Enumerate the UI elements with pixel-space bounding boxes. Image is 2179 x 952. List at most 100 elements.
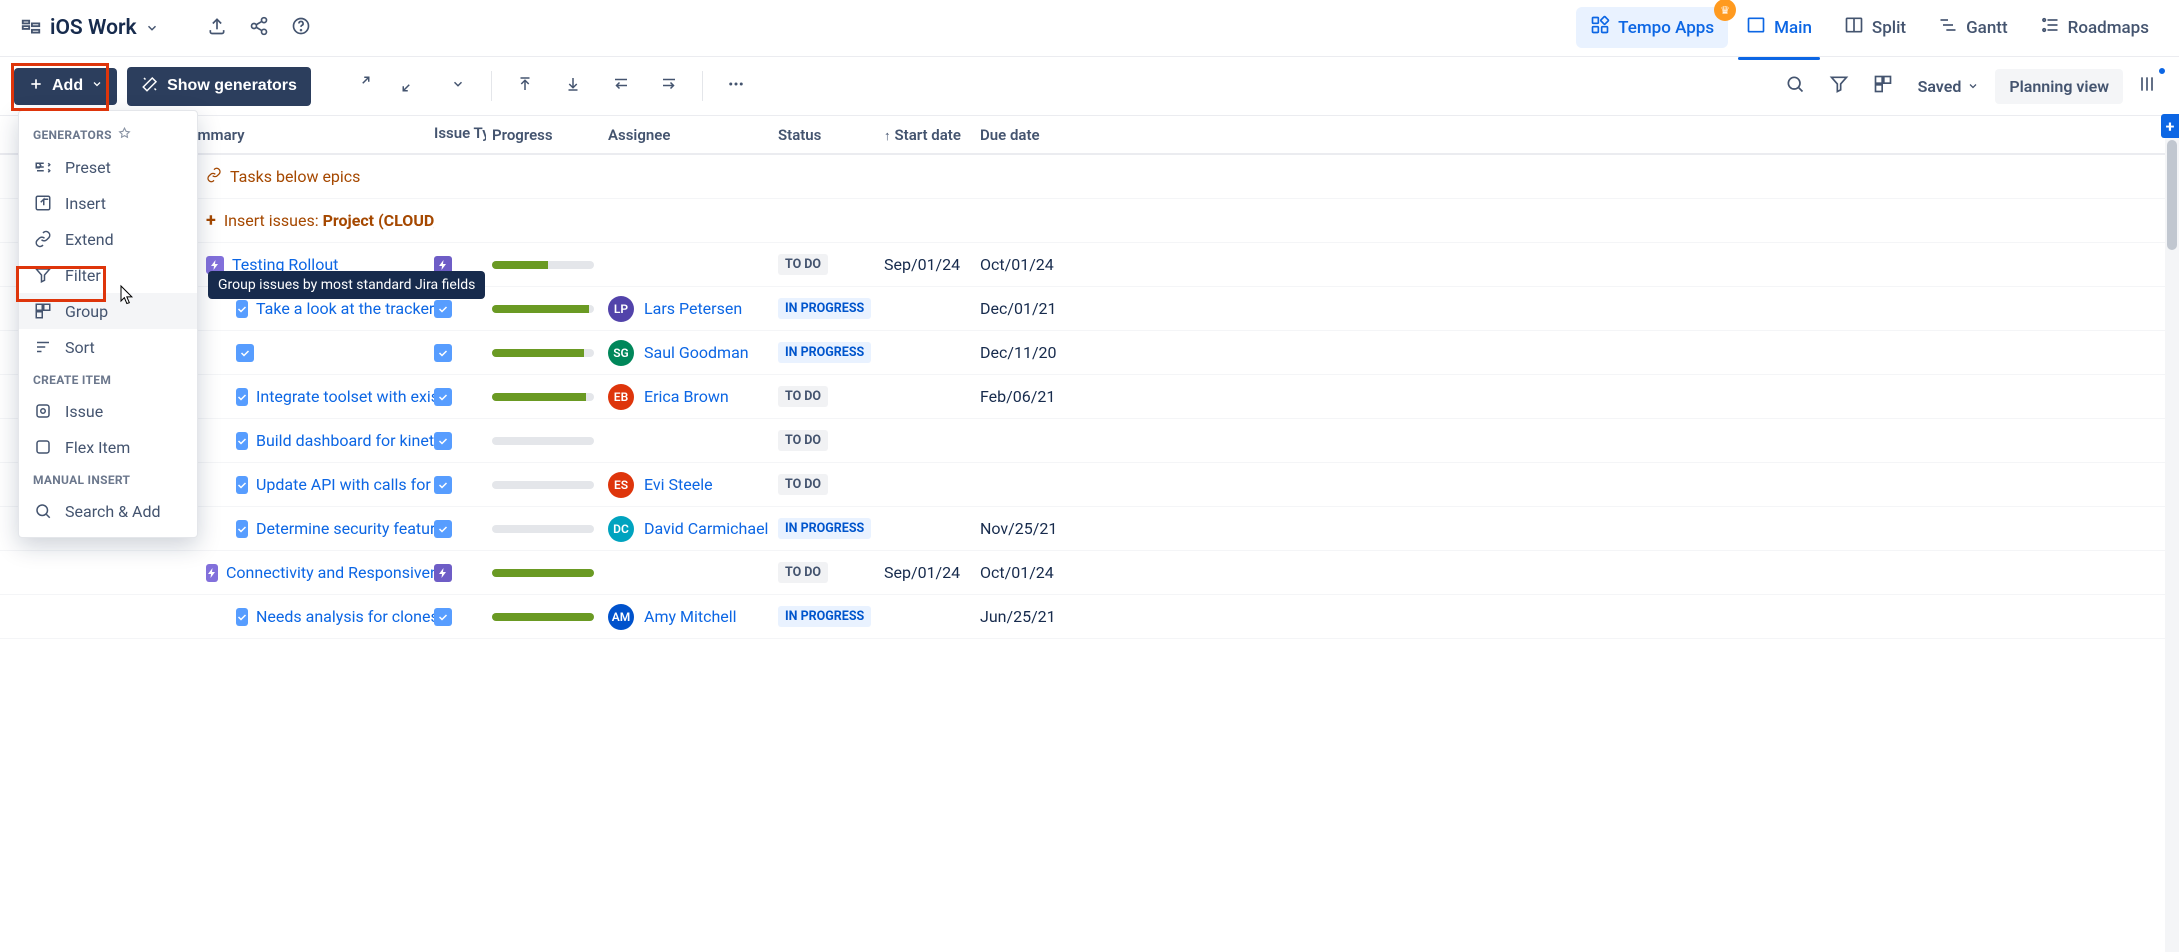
- show-generators-button[interactable]: Show generators: [127, 67, 311, 106]
- dropdown-item-sort[interactable]: Sort: [19, 329, 197, 365]
- cell-status[interactable]: TO DO: [778, 254, 884, 275]
- cell-due-date[interactable]: Dec/11/20: [980, 343, 1060, 362]
- cell-assignee[interactable]: DCDavid Carmichael: [608, 516, 778, 542]
- table-row[interactable]: SGSaul GoodmanIN PROGRESS Dec/11/20: [0, 331, 2179, 375]
- dropdown-item-issue[interactable]: Issue: [19, 393, 197, 429]
- table-row[interactable]: Determine security featuresDCDavid Carmi…: [0, 507, 2179, 551]
- outdent-button[interactable]: [602, 67, 640, 105]
- task-type-icon: [434, 432, 452, 450]
- collapse-all-button[interactable]: [391, 67, 429, 105]
- dropdown-item-filter[interactable]: Filter: [19, 257, 197, 293]
- task-icon: [236, 520, 248, 538]
- cell-due-date[interactable]: Oct/01/24: [980, 563, 1060, 582]
- add-button-label: Add: [52, 77, 83, 95]
- cell-status[interactable]: IN PROGRESS: [778, 298, 884, 319]
- table-row[interactable]: Needs analysis for clones · C AMAmy Mitch…: [0, 595, 2179, 639]
- table-row[interactable]: Build dashboard for kinetic enTO DO: [0, 419, 2179, 463]
- cell-status[interactable]: TO DO: [778, 386, 884, 407]
- layout-small-button[interactable]: [1864, 67, 1902, 105]
- cell-status[interactable]: IN PROGRESS: [778, 342, 884, 363]
- dropdown-section-create-item: CREATE ITEM: [19, 365, 197, 393]
- cell-assignee[interactable]: AMAmy Mitchell: [608, 604, 778, 630]
- cell-status[interactable]: TO DO: [778, 474, 884, 495]
- avatar: SG: [608, 340, 634, 366]
- cell-due-date[interactable]: Jun/25/21: [980, 607, 1060, 626]
- dropdown-item-flex-item[interactable]: Flex Item: [19, 429, 197, 465]
- dropdown-item-search-add[interactable]: Search & Add: [19, 493, 197, 529]
- project-name: iOS Work: [50, 16, 137, 40]
- panel-layout-button[interactable]: [2129, 68, 2165, 104]
- column-header-issue-type[interactable]: Issue Type: [434, 124, 492, 146]
- cell-assignee[interactable]: SGSaul Goodman: [608, 340, 778, 366]
- avatar: LP: [608, 296, 634, 322]
- tab-gantt[interactable]: Gantt: [1924, 7, 2022, 48]
- help-button[interactable]: [283, 10, 319, 46]
- expand-all-button[interactable]: [343, 67, 381, 105]
- column-header-due-date[interactable]: Due date: [980, 126, 1060, 144]
- status-badge: TO DO: [778, 562, 828, 583]
- tab-split[interactable]: Split: [1830, 7, 1920, 48]
- share-button[interactable]: [241, 10, 277, 46]
- cell-assignee[interactable]: EBErica Brown: [608, 384, 778, 410]
- cell-status[interactable]: IN PROGRESS: [778, 518, 884, 539]
- move-up-button[interactable]: [506, 67, 544, 105]
- add-column-button[interactable]: +: [2161, 114, 2179, 138]
- column-header-start-date[interactable]: ↑Start date: [884, 126, 980, 144]
- planning-view-button[interactable]: Planning view: [1995, 69, 2123, 104]
- filter-button[interactable]: [1820, 67, 1858, 105]
- cell-start-date[interactable]: Sep/01/24: [884, 255, 980, 274]
- cell-summary[interactable]: Connectivity and Responsiveness te: [0, 563, 434, 582]
- dropdown-item-label: Extend: [65, 230, 114, 249]
- add-button[interactable]: Add: [14, 68, 117, 105]
- indent-button[interactable]: [650, 67, 688, 105]
- cell-assignee[interactable]: ESEvi Steele: [608, 472, 778, 498]
- table-row[interactable]: Connectivity and Responsiveness te TO DO S…: [0, 551, 2179, 595]
- expand-level-dropdown[interactable]: [439, 67, 477, 105]
- status-badge: IN PROGRESS: [778, 342, 871, 363]
- tab-tempo-apps[interactable]: Tempo Apps ♛: [1576, 7, 1728, 48]
- cell-issue-type: [434, 388, 492, 406]
- export-icon: [207, 16, 227, 40]
- scrollbar-thumb[interactable]: [2167, 140, 2177, 250]
- dropdown-item-preset[interactable]: Preset: [19, 149, 197, 185]
- cell-assignee[interactable]: LPLars Petersen: [608, 296, 778, 322]
- cell-status[interactable]: TO DO: [778, 430, 884, 451]
- project-switcher[interactable]: iOS Work: [12, 12, 167, 44]
- cell-issue-type: [434, 300, 492, 318]
- cell-due-date[interactable]: Feb/06/21: [980, 387, 1060, 406]
- tab-main[interactable]: Main: [1732, 7, 1826, 48]
- export-button[interactable]: [199, 10, 235, 46]
- cell-status[interactable]: TO DO: [778, 562, 884, 583]
- search-button[interactable]: [1776, 67, 1814, 105]
- cell-issue-type: [434, 520, 492, 538]
- cell-due-date[interactable]: Dec/01/21: [980, 299, 1060, 318]
- cell-status[interactable]: IN PROGRESS: [778, 606, 884, 627]
- dropdown-item-extend[interactable]: Extend: [19, 221, 197, 257]
- cell-issue-type: [434, 608, 492, 626]
- structure-icon: [20, 17, 42, 39]
- cell-start-date[interactable]: Sep/01/24: [884, 563, 980, 582]
- view-tabs: Tempo Apps ♛ Main Split Gantt Roadmaps: [1576, 7, 2163, 48]
- column-header-assignee[interactable]: Assignee: [608, 126, 778, 144]
- table-row[interactable]: Integrate toolset with existingEBErica B…: [0, 375, 2179, 419]
- progress-bar: [492, 525, 594, 533]
- column-header-progress[interactable]: Progress: [492, 126, 608, 144]
- vertical-scrollbar[interactable]: [2165, 138, 2179, 952]
- more-actions-button[interactable]: [717, 67, 755, 105]
- dropdown-item-insert[interactable]: Insert: [19, 185, 197, 221]
- tab-roadmaps[interactable]: Roadmaps: [2026, 7, 2163, 48]
- cell-due-date[interactable]: Oct/01/24: [980, 255, 1060, 274]
- dropdown-item-group[interactable]: Group: [19, 293, 197, 329]
- saved-views-button[interactable]: Saved: [1908, 71, 1990, 102]
- separator: [702, 71, 703, 101]
- move-down-button[interactable]: [554, 67, 592, 105]
- status-badge: IN PROGRESS: [778, 518, 871, 539]
- toolbar: Add Show generators Saved Planning view: [0, 57, 2179, 115]
- column-header-status[interactable]: Status: [778, 126, 884, 144]
- table-row[interactable]: Update API with calls for dashESEvi Stee…: [0, 463, 2179, 507]
- table-row[interactable]: Tasks below epics: [0, 155, 2179, 199]
- cell-summary[interactable]: Needs analysis for clones · C: [0, 607, 434, 626]
- table-row[interactable]: +Insert issues: Project (CLOUD, H3M: [0, 199, 2179, 243]
- chevron-down-icon: [451, 77, 465, 95]
- cell-due-date[interactable]: Nov/25/21: [980, 519, 1060, 538]
